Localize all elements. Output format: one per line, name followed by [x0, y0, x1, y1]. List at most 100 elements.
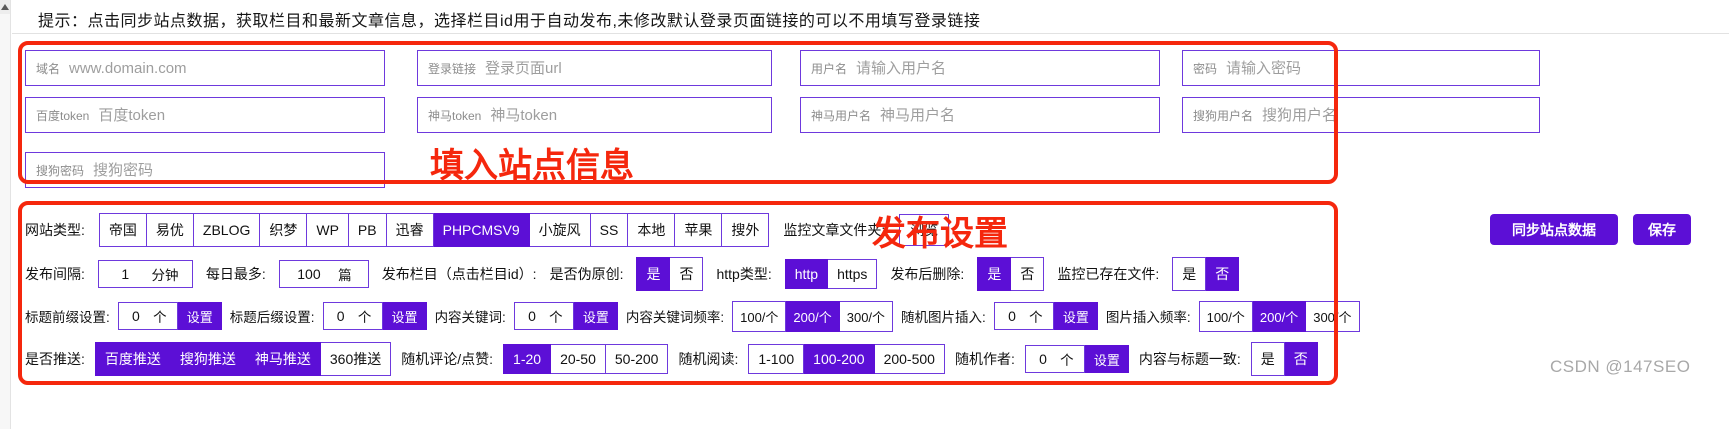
shenma-username-input[interactable]: [880, 107, 1149, 124]
content-keywords-input[interactable]: [521, 308, 543, 324]
push-option[interactable]: 百度推送: [95, 342, 171, 376]
site-type-option[interactable]: 迅睿: [387, 213, 434, 247]
random-image-set-button[interactable]: 设置: [1054, 302, 1098, 330]
site-type-option[interactable]: 织梦: [260, 213, 307, 247]
image-frequency-option[interactable]: 300/个: [1306, 301, 1359, 332]
keyword-frequency-label: 内容关键词频率:: [626, 306, 724, 326]
site-type-option[interactable]: 本地: [628, 213, 675, 247]
annotation-publish-settings: 发布设置: [872, 206, 1008, 255]
interval-unit: 分钟: [152, 264, 183, 284]
random-comments-option[interactable]: 50-200: [606, 344, 669, 374]
site-type-option[interactable]: 小旋风: [530, 213, 591, 247]
watermark: CSDN @147SEO: [1550, 357, 1690, 377]
scroll-up-button[interactable]: [0, 0, 10, 14]
password-input[interactable]: [1226, 60, 1529, 77]
sogou-password-label: 搜狗密码: [36, 162, 84, 179]
title-prefix-label: 标题前缀设置:: [25, 306, 110, 326]
sogou-username-field: 搜狗用户名: [1182, 97, 1540, 133]
site-type-label: 网站类型:: [25, 220, 85, 240]
push-option[interactable]: 360推送: [321, 342, 391, 376]
username-field: 用户名: [800, 50, 1160, 86]
login-url-label: 登录链接: [428, 60, 476, 77]
annotation-fill-site-info: 填入站点信息: [430, 138, 634, 187]
monitor-existing-option[interactable]: 是: [1172, 257, 1206, 291]
daily-max-input[interactable]: [292, 266, 326, 282]
triangle-up-icon: [1, 4, 9, 10]
monitor-existing-option[interactable]: 否: [1206, 257, 1239, 291]
random-author-input[interactable]: [1032, 351, 1054, 367]
random-image-input[interactable]: [1001, 308, 1023, 324]
publish-options-row: 发布间隔: 分钟 每日最多: 篇 发布栏目（点击栏目id）: 是否伪原创: 是否…: [25, 258, 1239, 290]
delete-after-option[interactable]: 是: [977, 257, 1011, 291]
random-image-box: 个: [994, 302, 1054, 330]
content-keywords-cluster: 个 设置: [514, 302, 618, 330]
random-author-set-button[interactable]: 设置: [1085, 345, 1129, 373]
vertical-scrollbar[interactable]: [0, 0, 11, 429]
image-frequency-group: 100/个200/个300/个: [1199, 301, 1360, 332]
domain-input[interactable]: [69, 60, 374, 77]
site-type-option[interactable]: 苹果: [675, 213, 722, 247]
delete-after-toggle: 是否: [977, 257, 1044, 291]
site-type-option[interactable]: ZBLOG: [194, 213, 260, 247]
push-option[interactable]: 神马推送: [246, 342, 321, 376]
shenma-username-field: 神马用户名: [800, 97, 1160, 133]
title-prefix-input[interactable]: [125, 308, 147, 324]
username-input[interactable]: [856, 60, 1149, 77]
site-type-option[interactable]: SS: [591, 213, 629, 247]
image-frequency-option[interactable]: 100/个: [1199, 301, 1253, 332]
push-group: 百度推送搜狗推送神马推送360推送: [95, 342, 391, 376]
random-image-unit: 个: [1029, 306, 1047, 326]
tip-bar: 提示：点击同步站点数据，获取栏目和最新文章信息，选择栏目id用于自动发布,未修改…: [38, 7, 980, 31]
content-match-title-option[interactable]: 是: [1251, 342, 1285, 376]
push-label: 是否推送:: [25, 349, 85, 369]
content-match-title-toggle: 是否: [1251, 342, 1318, 376]
pseudo-original-option[interactable]: 是: [636, 257, 670, 291]
image-frequency-option[interactable]: 200/个: [1253, 301, 1306, 332]
random-comments-group: 1-2020-5050-200: [503, 344, 668, 374]
save-button[interactable]: 保存: [1633, 214, 1691, 245]
pseudo-original-option[interactable]: 否: [670, 257, 703, 291]
sogou-username-input[interactable]: [1262, 107, 1529, 124]
title-prefix-set-button[interactable]: 设置: [178, 302, 222, 330]
baidu-token-input[interactable]: [98, 107, 374, 124]
push-option[interactable]: 搜狗推送: [171, 342, 246, 376]
content-match-title-option[interactable]: 否: [1285, 342, 1318, 376]
http-type-option[interactable]: http: [785, 259, 828, 289]
site-type-option[interactable]: WP: [307, 213, 349, 247]
random-reads-option[interactable]: 200-500: [875, 344, 945, 374]
content-keywords-set-button[interactable]: 设置: [574, 302, 618, 330]
username-label: 用户名: [811, 60, 847, 77]
keyword-frequency-option[interactable]: 300/个: [840, 301, 893, 332]
random-comments-option[interactable]: 20-50: [551, 344, 606, 374]
shenma-token-input[interactable]: [490, 107, 761, 124]
title-suffix-input[interactable]: [330, 308, 352, 324]
keyword-frequency-group: 100/个200/个300/个: [732, 301, 893, 332]
random-comments-option[interactable]: 1-20: [503, 344, 551, 374]
site-type-option[interactable]: 搜外: [722, 213, 769, 247]
site-type-option[interactable]: 易优: [147, 213, 194, 247]
interval-input[interactable]: [108, 266, 142, 282]
daily-max-unit: 篇: [338, 264, 356, 284]
title-suffix-unit: 个: [358, 306, 376, 326]
keyword-frequency-option[interactable]: 200/个: [786, 301, 839, 332]
daily-max-box: 篇: [279, 260, 369, 288]
title-suffix-set-button[interactable]: 设置: [383, 302, 427, 330]
login-url-input[interactable]: [485, 60, 761, 77]
site-type-option[interactable]: PB: [349, 213, 387, 247]
sogou-password-input[interactable]: [93, 162, 374, 179]
domain-label: 域名: [36, 60, 60, 77]
http-type-option[interactable]: https: [828, 259, 877, 289]
site-type-row: 网站类型: 帝国易优ZBLOG织梦WPPB迅睿PHPCMSV9小旋风SS本地苹果…: [25, 212, 949, 248]
delete-after-option[interactable]: 否: [1011, 257, 1044, 291]
site-type-option[interactable]: PHPCMSV9: [434, 213, 530, 247]
login-url-field: 登录链接: [417, 50, 772, 86]
site-type-option[interactable]: 帝国: [99, 213, 147, 247]
keyword-frequency-option[interactable]: 100/个: [732, 301, 786, 332]
delete-after-label: 发布后删除:: [890, 264, 964, 284]
random-reads-option[interactable]: 100-200: [804, 344, 874, 374]
random-reads-option[interactable]: 1-100: [748, 344, 804, 374]
content-keywords-box: 个: [514, 302, 574, 330]
http-type-toggle: httphttps: [785, 259, 878, 289]
random-image-label: 随机图片插入:: [901, 306, 986, 326]
sync-site-data-button[interactable]: 同步站点数据: [1490, 214, 1618, 245]
